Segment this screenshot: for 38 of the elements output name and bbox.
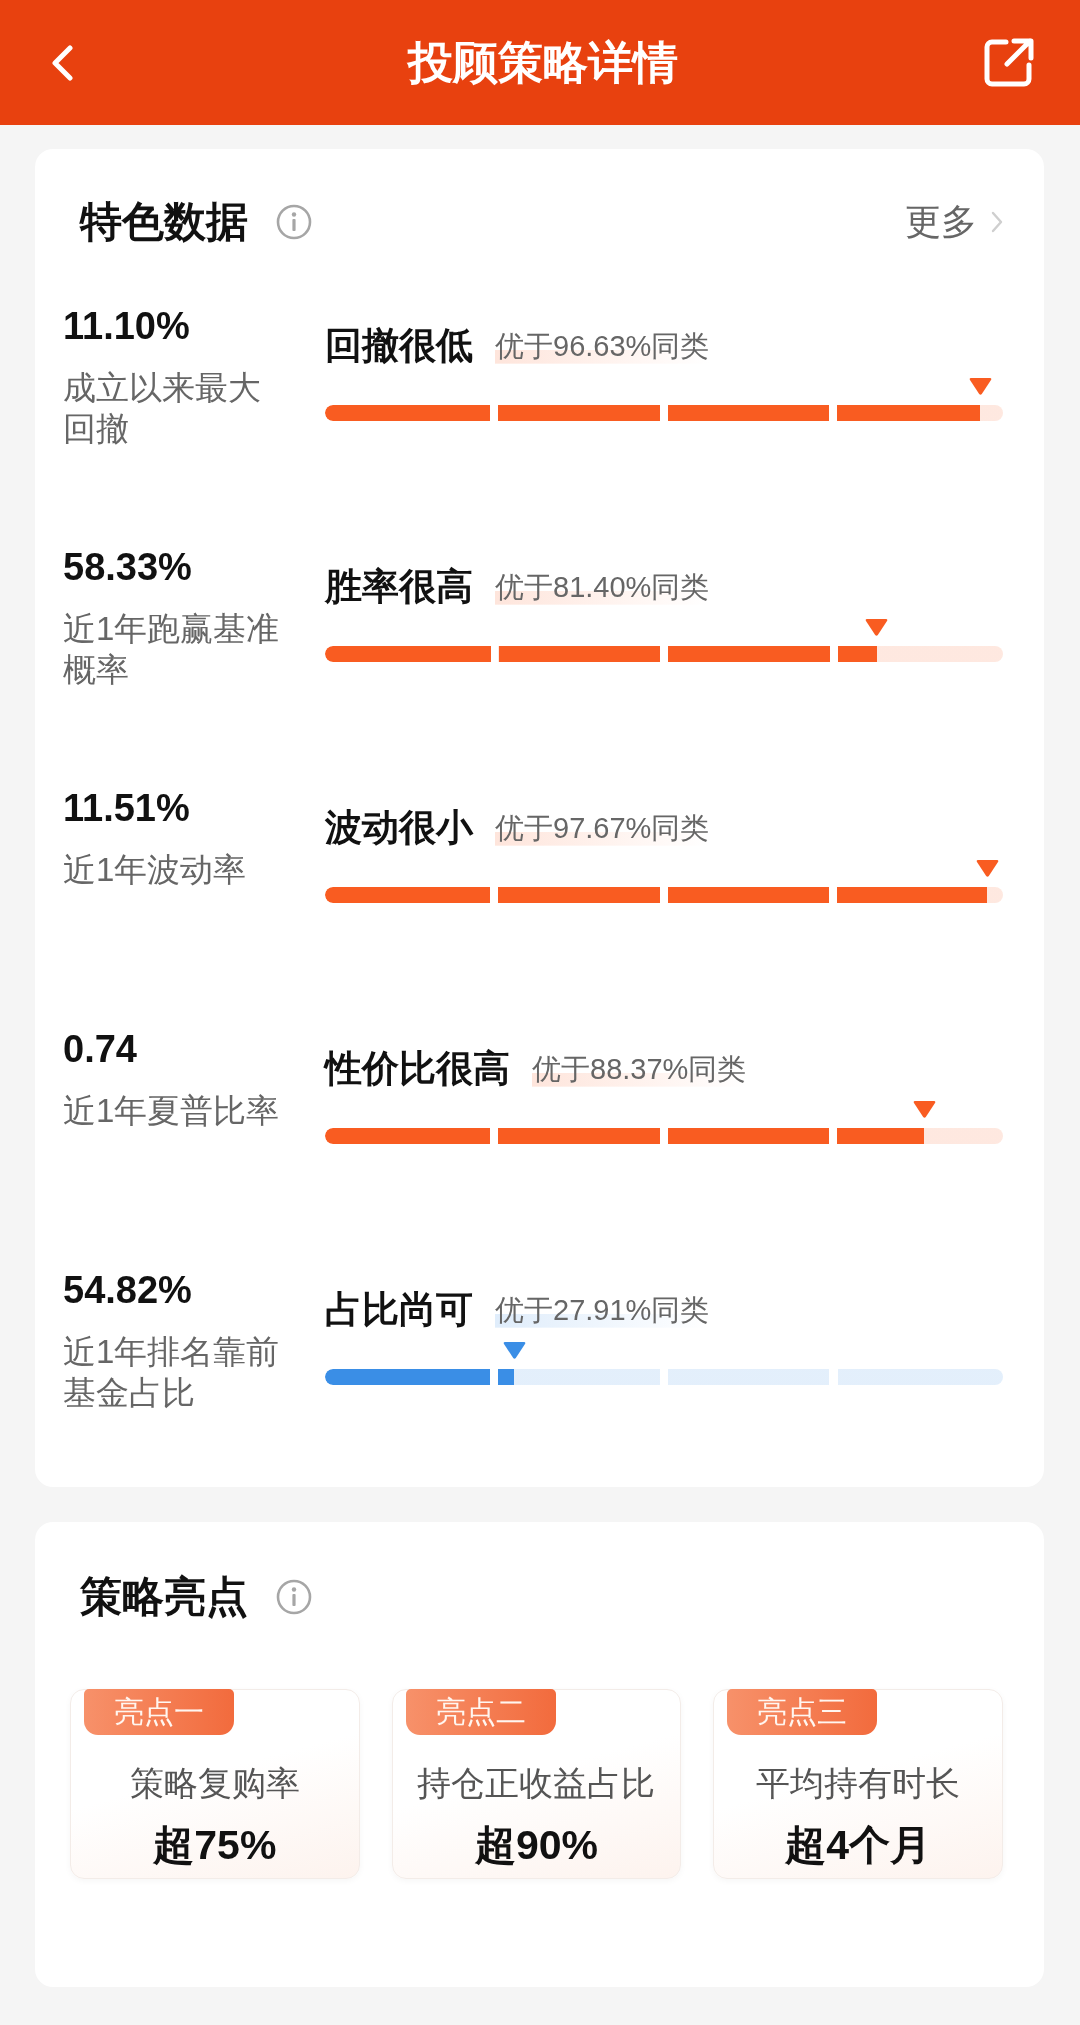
back-icon[interactable]	[50, 44, 74, 81]
metric-label: 成立以来最大回撤	[63, 368, 262, 449]
highlight-label: 平均持有时长	[756, 1763, 961, 1804]
highlight-badge: 亮点三	[727, 1689, 878, 1735]
rating-label: 性价比很高	[325, 1047, 510, 1091]
section-title: 特色数据	[80, 197, 248, 247]
marker-icon	[502, 1342, 526, 1359]
marker-icon	[865, 619, 889, 636]
highlight-label: 策略复购率	[129, 1763, 300, 1804]
highlight-badge: 亮点一	[84, 1689, 234, 1735]
metric-label: 近1年波动率	[63, 850, 248, 890]
rating-label: 胜率很高	[325, 565, 473, 609]
metric-value: 0.74	[63, 1027, 138, 1072]
more-link[interactable]: 更多	[905, 199, 1003, 245]
rating-label: 波动很小	[325, 806, 473, 850]
highlight-value: 超90%	[474, 1821, 598, 1869]
metric-label: 近1年排名靠前基金占比	[63, 1332, 281, 1413]
info-icon[interactable]	[276, 204, 312, 240]
marker-icon	[968, 378, 992, 395]
rating-label: 回撤很低	[325, 324, 473, 368]
metric-value: 58.33%	[63, 545, 193, 590]
marker-icon	[912, 1101, 936, 1118]
highlight-value: 超4个月	[785, 1821, 932, 1869]
highlight-badge: 亮点二	[405, 1689, 556, 1735]
metric-value: 11.51%	[63, 786, 191, 831]
metric-value: 54.82%	[63, 1268, 193, 1313]
highlight-label: 持仓正收益占比	[417, 1763, 656, 1804]
highlight-value: 超75%	[153, 1821, 277, 1869]
page-title: 投顾策略详情	[408, 35, 678, 90]
metric-label: 近1年夏普比率	[63, 1091, 281, 1131]
marker-icon	[975, 860, 999, 877]
share-icon[interactable]	[982, 36, 1036, 89]
rating-label: 占比尚可	[325, 1288, 473, 1332]
metric-label: 近1年跑赢基准概率	[63, 609, 281, 690]
info-icon[interactable]	[276, 1579, 312, 1615]
section-title: 策略亮点	[80, 1572, 248, 1622]
metric-value: 11.10%	[63, 304, 191, 349]
chevron-right-icon	[991, 211, 1003, 233]
